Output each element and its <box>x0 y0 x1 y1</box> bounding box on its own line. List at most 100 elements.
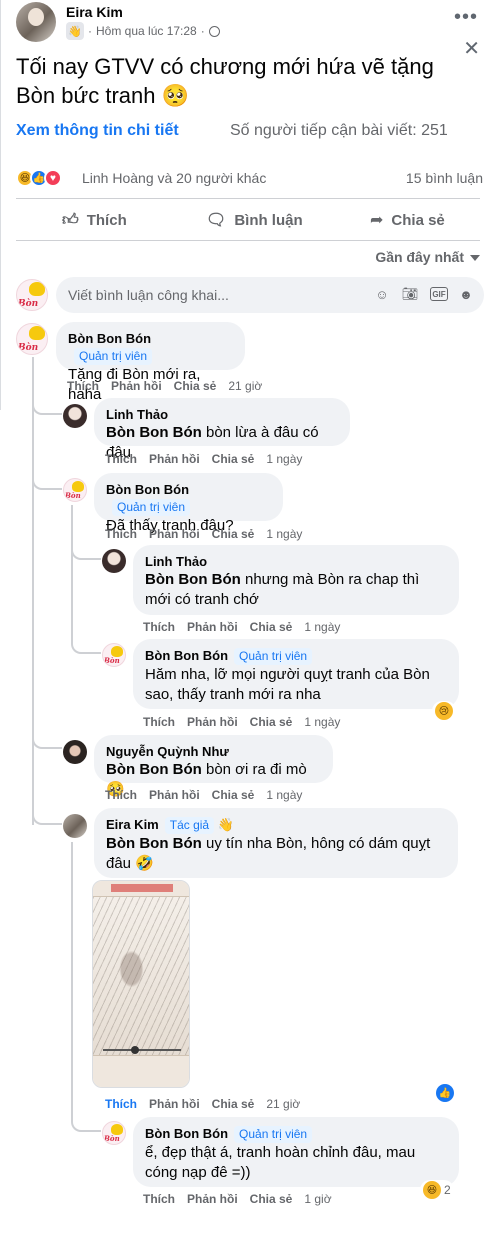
comment-label: Bình luận <box>234 211 303 229</box>
thread-connector <box>32 395 62 415</box>
comment-time[interactable]: 1 giờ <box>304 1192 331 1206</box>
commenter-name[interactable]: Eira Kim <box>106 817 159 832</box>
avatar[interactable]: Bòn <box>102 643 126 667</box>
post-dot: · <box>88 24 92 38</box>
comment-time[interactable]: 21 giờ <box>266 1097 300 1111</box>
like-icon[interactable]: 👍 <box>436 1084 454 1102</box>
reaction-badge[interactable]: 😆 2 <box>420 1180 454 1200</box>
mention-tag[interactable]: Bòn Bon Bón <box>106 835 202 852</box>
commenter-name[interactable]: Bòn Bon Bón <box>106 482 189 497</box>
commenter-name[interactable]: Linh Thảo <box>106 406 338 423</box>
like-action[interactable]: Thích <box>105 788 137 802</box>
commenter-name[interactable]: Bòn Bon Bón <box>145 648 228 663</box>
admin-badge: Quản trị viên <box>74 348 153 365</box>
thread-line <box>71 842 73 1112</box>
post-author[interactable]: Eira Kim <box>66 4 123 20</box>
reaction-count: 2 <box>444 1183 451 1197</box>
reply-action[interactable]: Phản hồi <box>187 620 238 634</box>
globe-icon <box>208 25 220 37</box>
comment-time[interactable]: 21 giờ <box>228 379 262 393</box>
wave-icon: 👋 <box>217 817 234 832</box>
comment-image[interactable] <box>92 880 190 1088</box>
reaction-badge[interactable]: 😢 <box>432 701 456 721</box>
like-action[interactable]: Thích <box>143 715 175 729</box>
image-scrubber <box>103 1049 181 1051</box>
post-meta: 👋 · Hôm qua lúc 17:28 · <box>66 22 220 40</box>
like-action[interactable]: Thích <box>105 452 137 466</box>
share-action[interactable]: Chia sẻ <box>174 379 217 393</box>
thread-connector <box>32 729 62 749</box>
current-user-avatar[interactable]: Bòn <box>16 279 48 311</box>
post-dot-2: · <box>200 24 205 38</box>
comment-input-placeholder[interactable]: Viết bình luận công khai... <box>68 287 229 303</box>
reply-action[interactable]: Phản hồi <box>149 788 200 802</box>
share-button[interactable]: ➦ Chia sẻ <box>370 208 445 232</box>
reply-action[interactable]: Phản hồi <box>149 527 200 541</box>
reply-action[interactable]: Phản hồi <box>187 1192 238 1206</box>
see-details-link[interactable]: Xem thông tin chi tiết <box>16 122 179 140</box>
avatar[interactable]: Bòn <box>102 1121 126 1145</box>
avatar[interactable] <box>63 740 87 764</box>
left-border <box>0 0 1 410</box>
comment-actions: Thích Phản hồi Chia sẻ 21 giờ <box>105 1097 300 1111</box>
share-action[interactable]: Chia sẻ <box>212 452 255 466</box>
like-action[interactable]: Thích <box>143 1192 175 1206</box>
comment-actions: Thích Phản hồi Chia sẻ 1 ngày <box>143 620 340 634</box>
like-button[interactable]: 👍︎ Thích <box>62 208 127 232</box>
comment-time[interactable]: 1 ngày <box>266 452 302 466</box>
commenter-name[interactable]: Linh Thảo <box>145 553 447 570</box>
share-action[interactable]: Chia sẻ <box>250 620 293 634</box>
thread-line <box>32 357 34 747</box>
avatar[interactable]: Bòn <box>16 323 48 355</box>
gif-icon[interactable]: GIF <box>430 287 448 301</box>
like-action[interactable]: Thích <box>67 379 99 393</box>
like-action[interactable]: Thích <box>143 620 175 634</box>
commenter-name[interactable]: Nguyễn Quỳnh Như <box>106 743 321 760</box>
comment-bubble: Linh Thảo Bòn Bon Bón bòn lừa à đâu có đ… <box>94 398 350 461</box>
comment-bubble: Bòn Bon Bón Quản trị viên ể, đẹp thật á, … <box>133 1117 459 1187</box>
image-topbar <box>93 881 189 897</box>
commenter-name[interactable]: Bòn Bon Bón <box>68 331 151 346</box>
sort-dropdown[interactable]: Gần đây nhất <box>375 249 480 265</box>
comment-actions: Thích Phản hồi Chia sẻ 1 ngày <box>105 527 302 541</box>
author-avatar[interactable] <box>16 2 56 42</box>
share-action[interactable]: Chia sẻ <box>212 1097 255 1111</box>
comment-time[interactable]: 1 ngày <box>304 620 340 634</box>
comment-button[interactable]: 🗨︎ Bình luận <box>206 208 303 232</box>
share-action[interactable]: Chia sẻ <box>250 715 293 729</box>
reply-action[interactable]: Phản hồi <box>187 715 238 729</box>
reply-action[interactable]: Phản hồi <box>111 379 162 393</box>
comment-bubble: Linh Thảo Bòn Bon Bón nhưng mà Bòn ra ch… <box>133 545 459 615</box>
camera-icon[interactable]: 📷︎ <box>402 286 419 302</box>
commenter-name[interactable]: Bòn Bon Bón <box>145 1126 228 1141</box>
emoji-icon[interactable]: ☺ <box>374 286 390 302</box>
reply-action[interactable]: Phản hồi <box>149 1097 200 1111</box>
comment-actions: Thích Phản hồi Chia sẻ 1 ngày <box>105 788 302 802</box>
comment-count[interactable]: 15 bình luận <box>406 170 483 186</box>
comment-time[interactable]: 1 ngày <box>266 527 302 541</box>
chevron-down-icon <box>470 255 480 261</box>
comment-time[interactable]: 1 ngày <box>266 788 302 802</box>
share-action[interactable]: Chia sẻ <box>250 1192 293 1206</box>
sticker-icon[interactable]: ☻ <box>458 286 474 302</box>
avatar[interactable] <box>63 404 87 428</box>
reply-action[interactable]: Phản hồi <box>149 452 200 466</box>
post-time[interactable]: Hôm qua lúc 17:28 <box>96 24 197 38</box>
comment-bubble: Bòn Bon BónQuản trị viên Tặng đi Bòn mới… <box>56 322 245 403</box>
more-icon[interactable]: ••• <box>454 6 478 29</box>
avatar[interactable] <box>102 549 126 573</box>
haha-icon: 😆 <box>423 1181 441 1199</box>
share-action[interactable]: Chia sẻ <box>212 788 255 802</box>
comment-time[interactable]: 1 ngày <box>304 715 340 729</box>
like-action[interactable]: Thích <box>105 1097 137 1111</box>
mention-tag[interactable]: Bòn Bon Bón <box>106 424 202 441</box>
like-action[interactable]: Thích <box>105 527 137 541</box>
comment-text: ể, đẹp thật á, tranh hoàn chỉnh đâu, mau… <box>145 1144 416 1181</box>
share-action[interactable]: Chia sẻ <box>212 527 255 541</box>
mention-tag[interactable]: Bòn Bon Bón <box>145 571 241 588</box>
avatar[interactable] <box>63 814 87 838</box>
reaction-icons[interactable]: 😆 👍 ♥ <box>16 167 62 189</box>
avatar[interactable]: Bòn <box>63 478 87 502</box>
reaction-summary[interactable]: Linh Hoàng và 20 người khác <box>82 170 266 186</box>
mention-tag[interactable]: Bòn Bon Bón <box>106 761 202 778</box>
